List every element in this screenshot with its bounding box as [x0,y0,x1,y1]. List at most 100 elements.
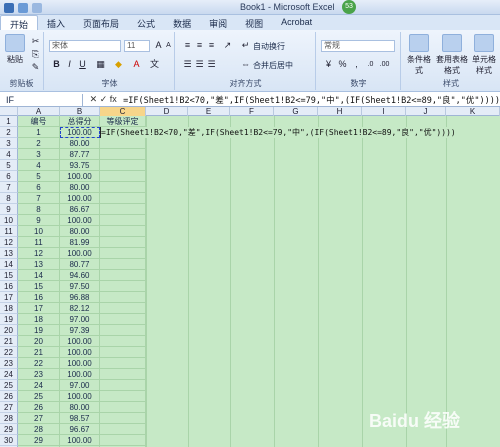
row-header[interactable]: 25 [0,380,18,391]
tab-page-layout[interactable]: 页面布局 [74,15,128,30]
cell-b[interactable]: 100.00 [60,127,100,138]
format-as-table-button[interactable]: 套用表格格式 [436,34,468,76]
cell-a[interactable]: 20 [18,336,60,347]
cell-b[interactable]: 100.00 [60,171,100,182]
cell-a[interactable]: 8 [18,204,60,215]
cell-a[interactable]: 13 [18,259,60,270]
cell-c[interactable] [100,303,146,314]
cell-c[interactable] [100,160,146,171]
row-header[interactable]: 6 [0,171,18,182]
fill-color-icon[interactable]: ◆ [113,59,124,70]
row-header[interactable]: 27 [0,402,18,413]
row-header[interactable]: 28 [0,413,18,424]
cell-a[interactable]: 6 [18,182,60,193]
cell-c[interactable] [100,204,146,215]
formula-input[interactable]: =IF(Sheet1!B2<70,"差",IF(Sheet1!B2<=79,"中… [123,94,500,106]
currency-icon[interactable]: ¥ [323,59,334,70]
cell-c[interactable] [100,182,146,193]
row-header[interactable]: 18 [0,303,18,314]
cell-b[interactable]: 80.00 [60,226,100,237]
cell-b[interactable]: 98.57 [60,413,100,424]
row-header[interactable]: 15 [0,270,18,281]
cell-b[interactable]: 总得分 [60,116,100,127]
cell-b[interactable]: 100.00 [60,347,100,358]
cell-c[interactable] [100,314,146,325]
cell-a[interactable]: 29 [18,435,60,446]
increase-decimal-icon[interactable]: .0 [365,59,376,70]
cell-styles-button[interactable]: 单元格样式 [470,34,498,76]
tab-acrobat[interactable]: Acrobat [272,15,321,30]
cell-b[interactable]: 97.00 [60,314,100,325]
cell-b[interactable]: 100.00 [60,248,100,259]
cell-b[interactable]: 81.99 [60,237,100,248]
row-header[interactable]: 3 [0,138,18,149]
row-header[interactable]: 10 [0,215,18,226]
orientation-icon[interactable]: ↗ [222,40,233,51]
cell-b[interactable]: 80.77 [60,259,100,270]
font-name-select[interactable]: 宋体 [49,40,121,52]
redo-icon[interactable] [32,2,42,13]
cell-a[interactable]: 3 [18,149,60,160]
save-icon[interactable] [4,2,14,13]
cell-a[interactable]: 17 [18,303,60,314]
cell-a[interactable]: 16 [18,292,60,303]
cell-b[interactable]: 100.00 [60,358,100,369]
align-bottom-icon[interactable]: ≡ [206,40,217,51]
cell-a[interactable]: 11 [18,237,60,248]
row-header[interactable]: 22 [0,347,18,358]
cell-a[interactable]: 23 [18,369,60,380]
comma-icon[interactable]: , [351,59,362,70]
bold-icon[interactable]: B [51,59,62,70]
tab-formulas[interactable]: 公式 [128,15,164,30]
row-header[interactable]: 30 [0,435,18,446]
align-right-icon[interactable]: ☰ [206,59,217,70]
fx-icon[interactable]: fx [110,94,117,104]
select-all-corner[interactable] [0,107,18,116]
cell-a[interactable]: 19 [18,325,60,336]
row-header[interactable]: 5 [0,160,18,171]
cancel-icon[interactable]: ✕ [90,94,98,104]
font-color-icon[interactable]: A [131,59,142,70]
cell-c[interactable] [100,292,146,303]
cell-a[interactable]: 18 [18,314,60,325]
column-header-a[interactable]: A [18,107,60,116]
paste-button[interactable]: 粘贴 [4,34,26,65]
align-center-icon[interactable]: ☰ [194,59,205,70]
shrink-font-icon[interactable]: A [163,40,174,51]
font-size-select[interactable]: 11 [124,40,150,52]
cell-c[interactable] [100,226,146,237]
row-header[interactable]: 26 [0,391,18,402]
cell-b[interactable]: 80.00 [60,182,100,193]
row-header[interactable]: 2 [0,127,18,138]
cell-c[interactable] [100,259,146,270]
column-header-j[interactable]: J [406,107,446,116]
cell-c[interactable] [100,347,146,358]
cell-a[interactable]: 14 [18,270,60,281]
cell-a[interactable]: 22 [18,358,60,369]
cell-c[interactable] [100,413,146,424]
cell-c[interactable] [100,358,146,369]
column-header-d[interactable]: D [146,107,188,116]
cell-c[interactable] [100,171,146,182]
column-header-h[interactable]: H [318,107,362,116]
row-header[interactable]: 21 [0,336,18,347]
cell-b[interactable]: 87.77 [60,149,100,160]
cell-c[interactable] [100,325,146,336]
cell-a[interactable]: 7 [18,193,60,204]
cut-icon[interactable]: ✂ [30,36,41,47]
cell-c[interactable] [100,248,146,259]
cell-b[interactable]: 100.00 [60,193,100,204]
column-header-k[interactable]: K [446,107,500,116]
tab-home[interactable]: 开始 [0,15,39,30]
row-header[interactable]: 17 [0,292,18,303]
enter-icon[interactable]: ✓ [100,94,108,104]
underline-icon[interactable]: U [77,59,88,70]
tab-review[interactable]: 审阅 [200,15,236,30]
cell-c2-edit-text[interactable]: =IF(Sheet1!B2<70,"差",IF(Sheet1!B2<=79,"中… [101,127,458,138]
cell-b[interactable]: 100.00 [60,215,100,226]
column-header-e[interactable]: E [188,107,230,116]
row-header[interactable]: 16 [0,281,18,292]
cell-b[interactable]: 80.00 [60,138,100,149]
border-icon[interactable]: ▦ [95,59,106,70]
cell-b[interactable]: 82.12 [60,303,100,314]
